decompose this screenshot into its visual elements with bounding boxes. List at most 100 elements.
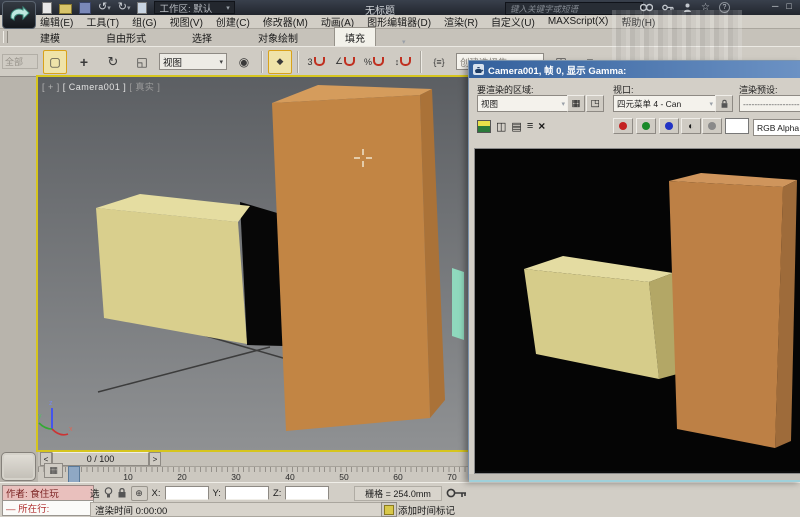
rfw-titlebar[interactable]: Camera001, 帧 0, 显示 Gamma: [469, 61, 800, 78]
maxscript-macro-recorder-line[interactable]: 作者: 食住玩 [2, 485, 94, 501]
isolate-selection-bulb-icon[interactable] [104, 487, 113, 499]
x-coordinate-field[interactable] [164, 486, 209, 500]
area-to-render-dropdown[interactable]: 视图 ▾ [477, 95, 569, 112]
menu-item-E[interactable]: 编辑(E) [40, 14, 73, 29]
select-and-scale-button[interactable]: ◱ [130, 50, 154, 74]
z-coordinate-field[interactable] [285, 486, 330, 500]
workspace-selector[interactable]: 工作区: 默认 ▾ [154, 1, 235, 15]
adaptive-degradation-icon [384, 504, 394, 515]
green-channel-icon[interactable] [636, 118, 656, 134]
teal-object-sliver[interactable] [452, 268, 464, 340]
communication-center-icon[interactable] [683, 3, 692, 13]
viewport-pov-label[interactable]: [ Camera001 ] [63, 82, 127, 92]
project-folder-icon[interactable] [137, 1, 148, 14]
menu-item-H[interactable]: 帮助(H) [621, 14, 655, 29]
auto-region-button[interactable]: ◳ [586, 95, 604, 112]
menu-item-D[interactable]: 图形编辑器(D) [367, 14, 431, 29]
maximize-button[interactable]: □ [786, 1, 791, 11]
magnet-icon [344, 57, 356, 66]
percent-snap-button[interactable]: % [362, 50, 386, 74]
track-bar-frame-handle[interactable] [68, 466, 80, 483]
background-color-swatch[interactable] [725, 118, 749, 134]
isolate-corner-button[interactable] [1, 452, 36, 481]
use-pivot-point-button[interactable]: ◉ [232, 50, 256, 74]
progressive-display-button[interactable] [381, 502, 397, 517]
monochrome-channel-button[interactable]: ◐ [681, 118, 701, 134]
magnet-icon [373, 57, 384, 66]
alpha-channel-button[interactable] [702, 118, 722, 134]
selection-label: 选 [90, 489, 100, 500]
selection-lock-icon[interactable] [117, 487, 127, 499]
red-channel-icon[interactable] [613, 118, 633, 134]
ribbon-tab-填充[interactable]: 填充 [334, 27, 376, 46]
svg-text:y: y [38, 413, 42, 420]
select-and-manipulate-button[interactable]: ◆ [268, 49, 292, 74]
menu-item-V[interactable]: 视图(V) [170, 14, 203, 29]
viewport-menu-plus[interactable]: [ + ] [42, 82, 60, 92]
open-mini-curve-editor-button[interactable]: ▦ [44, 463, 63, 478]
rectangular-selection-region-button[interactable]: ▢ [43, 49, 67, 74]
undo-button[interactable]: ↺▾ [98, 2, 111, 13]
ribbon-tab-对象绘制[interactable]: 对象绘制 [248, 28, 308, 46]
add-time-tag[interactable]: 添加时间标记 [398, 503, 455, 517]
search-community-binoculars-icon[interactable] [640, 3, 653, 12]
menu-item-U[interactable]: 自定义(U) [491, 14, 535, 29]
ribbon-tab-建模[interactable]: 建模 [30, 28, 70, 46]
menubar: 编辑(E) 工具(T) 组(G) 视图(V) 创建(C) 修改器(M) 动画(A) 图形编辑器… [0, 15, 800, 29]
clone-window-icon[interactable]: ▤ [511, 120, 521, 133]
x-coordinate-label: X: [151, 487, 161, 499]
toolbar-separator [261, 50, 263, 73]
copy-image-icon[interactable]: ◫ [496, 120, 506, 133]
edit-named-selection-sets-button[interactable]: {≡} [427, 50, 451, 74]
left-dock-panel [0, 77, 39, 482]
viewport-lock-button[interactable] [715, 95, 733, 112]
viewport-shading-label[interactable]: [ 真实 ] [129, 82, 160, 92]
ribbon-flyout-caret[interactable]: ▾ [402, 38, 406, 46]
save-image-icon[interactable] [477, 119, 491, 133]
help-button[interactable]: ? [718, 2, 730, 13]
ribbon-grip[interactable] [3, 31, 8, 43]
menu-item-T[interactable]: 工具(T) [86, 14, 119, 29]
snap-toggle-3d-button[interactable]: 3 [304, 50, 328, 74]
orange-box-front-face[interactable] [272, 95, 430, 431]
favorites-star-icon[interactable]: ☆ [701, 2, 710, 13]
menu-item-C[interactable]: 创建(C) [216, 14, 250, 29]
rendered-frame-window[interactable]: Camera001, 帧 0, 显示 Gamma: 要渲染的区域: 视图 ▾ ▦ … [468, 60, 800, 482]
select-and-rotate-button[interactable]: ↻ [101, 50, 125, 74]
viewport-dropdown[interactable]: 四元菜单 4 - Can ▾ [613, 95, 717, 112]
reference-coordinate-dropdown[interactable]: 视图 ▾ [159, 53, 227, 70]
ribbon-tab-选择[interactable]: 选择 [182, 28, 222, 46]
minimize-button[interactable]: ─ [772, 1, 778, 11]
select-and-move-button[interactable]: + [72, 50, 96, 74]
time-slider[interactable]: 0 / 100 [52, 452, 149, 466]
viewport-label[interactable]: [ + ] [ Camera001 ] [ 真实 ] [42, 80, 160, 93]
blue-channel-icon[interactable] [659, 118, 679, 134]
channel-display-dropdown[interactable]: RGB Alpha [753, 119, 800, 136]
edit-region-button[interactable]: ▦ [567, 95, 585, 112]
menu-item-M[interactable]: 修改器(M) [263, 14, 308, 29]
clear-image-icon[interactable]: × [538, 119, 545, 133]
angle-snap-button[interactable]: ∠ [333, 50, 357, 74]
menu-item-G[interactable]: 组(G) [132, 14, 156, 29]
render-preset-dropdown[interactable]: -------------------- [739, 95, 800, 112]
app-logo-button[interactable] [2, 1, 36, 29]
spinner-snap-button[interactable]: ↕ [391, 50, 415, 74]
blue-channel-icon-dot [665, 122, 673, 130]
camera-viewport[interactable]: z x y [ + ] [ Camera001 ] [ 真实 ] [36, 75, 472, 452]
selection-filter-dropdown[interactable]: 全部 [2, 54, 38, 69]
track-bar-ruler[interactable]: 010203040506070 [38, 466, 470, 483]
license-key-icon[interactable] [662, 3, 674, 12]
menu-item-R[interactable]: 渲染(R) [444, 14, 478, 29]
y-coordinate-field[interactable] [224, 486, 269, 500]
maxscript-listener-line[interactable]: — 所在行: [2, 500, 94, 516]
print-image-icon[interactable]: ≡ [527, 120, 533, 132]
redo-button[interactable]: ↻▾ [118, 2, 131, 13]
next-frame-arrow[interactable]: > [149, 452, 161, 466]
open-file-icon[interactable] [59, 3, 72, 14]
save-file-icon[interactable] [79, 1, 91, 14]
absolute-offset-mode-toggle[interactable]: ⊕ [130, 485, 148, 501]
menu-item-MAXScriptX[interactable]: MAXScript(X) [548, 16, 609, 27]
new-file-icon[interactable] [42, 1, 52, 14]
lock-icon [721, 99, 727, 108]
ribbon-tab-自由形式[interactable]: 自由形式 [96, 28, 156, 46]
